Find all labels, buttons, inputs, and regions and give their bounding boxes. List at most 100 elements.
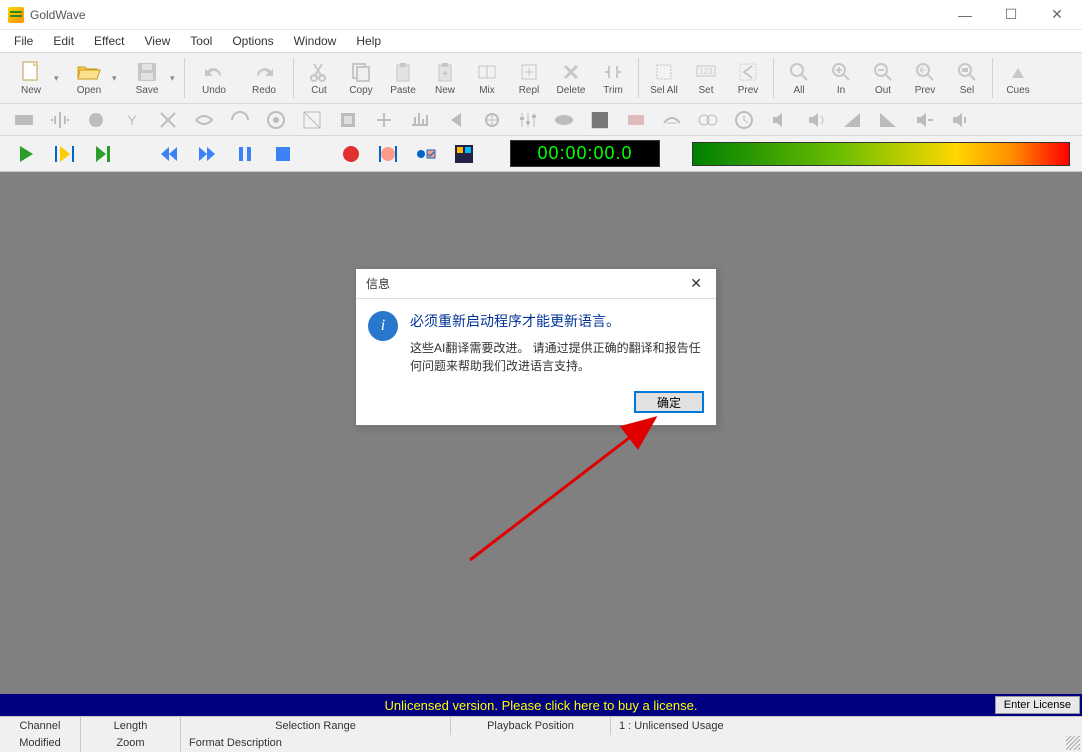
status-unlicensed: 1 : Unlicensed Usage: [610, 717, 1082, 735]
copy-button[interactable]: Copy: [340, 54, 382, 102]
record-selection-button[interactable]: [375, 140, 403, 168]
effect-silence-icon[interactable]: [622, 107, 650, 133]
level-meter: [692, 142, 1070, 166]
paste-icon: [389, 61, 417, 83]
menu-effect[interactable]: Effect: [84, 32, 134, 50]
effect-pitch-icon[interactable]: [406, 107, 434, 133]
zoom-in-icon: [827, 61, 855, 83]
mix-button[interactable]: Mix: [466, 54, 508, 102]
open-button[interactable]: Open: [64, 54, 114, 102]
paste-new-button[interactable]: + New: [424, 54, 466, 102]
maximize-button[interactable]: ☐: [988, 0, 1034, 30]
effect-volume-up-icon[interactable]: [802, 107, 830, 133]
redo-button[interactable]: Redo: [239, 54, 289, 102]
separator: [184, 58, 185, 98]
zoom-all-icon: [785, 61, 813, 83]
cues-button[interactable]: Cues: [997, 54, 1039, 102]
effect-offset-icon[interactable]: [370, 107, 398, 133]
effect-time-icon[interactable]: [730, 107, 758, 133]
stop-button[interactable]: [269, 140, 297, 168]
new-button[interactable]: New: [6, 54, 56, 102]
close-button[interactable]: ✕: [1034, 0, 1080, 30]
menu-edit[interactable]: Edit: [43, 32, 84, 50]
effect-fade-in-icon[interactable]: [838, 107, 866, 133]
effect-doppler-icon[interactable]: [46, 107, 74, 133]
prev-view-button[interactable]: Prev: [727, 54, 769, 102]
zoom-in-button[interactable]: In: [820, 54, 862, 102]
play-end-button[interactable]: [88, 140, 116, 168]
menu-tool[interactable]: Tool: [180, 32, 222, 50]
delete-icon: [557, 61, 585, 83]
replace-button[interactable]: Repl: [508, 54, 550, 102]
effect-dynamics-icon[interactable]: [82, 107, 110, 133]
effect-equalizer-icon[interactable]: [514, 107, 542, 133]
menu-window[interactable]: Window: [284, 32, 347, 50]
effect-invert-icon[interactable]: [298, 107, 326, 133]
license-banner[interactable]: Unlicensed version. Please click here to…: [0, 694, 1082, 716]
menu-file[interactable]: File: [4, 32, 43, 50]
open-dropdown[interactable]: ▾: [112, 73, 122, 84]
zoom-all-button[interactable]: All: [778, 54, 820, 102]
resize-grip[interactable]: [1066, 736, 1080, 750]
effect-maximize-icon[interactable]: [910, 107, 938, 133]
effect-noise-icon[interactable]: [550, 107, 578, 133]
status-bar: Channel Length Selection Range Playback …: [0, 716, 1082, 752]
menu-help[interactable]: Help: [346, 32, 391, 50]
pause-button[interactable]: [231, 140, 259, 168]
paste-button[interactable]: Paste: [382, 54, 424, 102]
effect-compressor-icon[interactable]: [154, 107, 182, 133]
minimize-button[interactable]: —: [942, 0, 988, 30]
menu-view[interactable]: View: [135, 32, 181, 50]
effect-censor-icon[interactable]: [10, 107, 38, 133]
save-dropdown[interactable]: ▾: [170, 73, 180, 84]
cut-icon: [305, 61, 333, 83]
effect-center-icon[interactable]: [478, 107, 506, 133]
dialog-titlebar[interactable]: 信息 ✕: [356, 269, 716, 299]
undo-button[interactable]: Undo: [189, 54, 239, 102]
set-marker-icon: 123: [692, 61, 720, 83]
save-button[interactable]: Save: [122, 54, 172, 102]
effect-mechanize-icon[interactable]: [334, 107, 362, 133]
undo-icon: [200, 61, 228, 83]
effect-echo-icon[interactable]: Y: [118, 107, 146, 133]
info-dialog: 信息 ✕ i 必须重新启动程序才能更新语言。 这些AI翻译需要改进。 请通过提供…: [355, 268, 717, 426]
new-dropdown[interactable]: ▾: [54, 73, 64, 84]
svg-text:123: 123: [699, 67, 713, 76]
info-icon: i: [368, 311, 398, 341]
record-button[interactable]: [337, 140, 365, 168]
effect-fade-out-icon[interactable]: [874, 107, 902, 133]
forward-button[interactable]: [193, 140, 221, 168]
effect-interpolate-icon[interactable]: [262, 107, 290, 133]
select-all-button[interactable]: Sel All: [643, 54, 685, 102]
effect-shape-icon[interactable]: [946, 107, 974, 133]
set-button[interactable]: 123 Set: [685, 54, 727, 102]
enter-license-button[interactable]: Enter License: [995, 696, 1080, 714]
dialog-close-button[interactable]: ✕: [686, 275, 706, 292]
effect-smoother-icon[interactable]: [658, 107, 686, 133]
trim-button[interactable]: Trim: [592, 54, 634, 102]
paste-new-icon: +: [431, 61, 459, 83]
dialog-heading: 必须重新启动程序才能更新语言。: [410, 311, 702, 331]
effect-filter-icon[interactable]: [190, 107, 218, 133]
play-button[interactable]: [12, 140, 40, 168]
rewind-button[interactable]: [155, 140, 183, 168]
delete-button[interactable]: Delete: [550, 54, 592, 102]
status-selection-range: Selection Range: [180, 717, 450, 735]
effect-volume-icon[interactable]: [766, 107, 794, 133]
effect-left-icon[interactable]: [442, 107, 470, 133]
zoom-out-button[interactable]: Out: [862, 54, 904, 102]
status-playback-position: Playback Position: [450, 717, 610, 735]
record-checkbox-button[interactable]: [412, 140, 440, 168]
cut-button[interactable]: Cut: [298, 54, 340, 102]
menu-options[interactable]: Options: [222, 32, 283, 50]
workspace-area: [0, 172, 1082, 694]
zoom-sel-button[interactable]: Sel: [946, 54, 988, 102]
play-selection-button[interactable]: [50, 140, 78, 168]
effect-flanger-icon[interactable]: [226, 107, 254, 133]
effect-parametric-icon[interactable]: [586, 107, 614, 133]
dialog-ok-button[interactable]: 确定: [634, 391, 704, 413]
svg-text:Y: Y: [127, 112, 137, 128]
zoom-prev-button[interactable]: Prev: [904, 54, 946, 102]
effect-stereo-icon[interactable]: [694, 107, 722, 133]
visual-button[interactable]: [450, 140, 478, 168]
